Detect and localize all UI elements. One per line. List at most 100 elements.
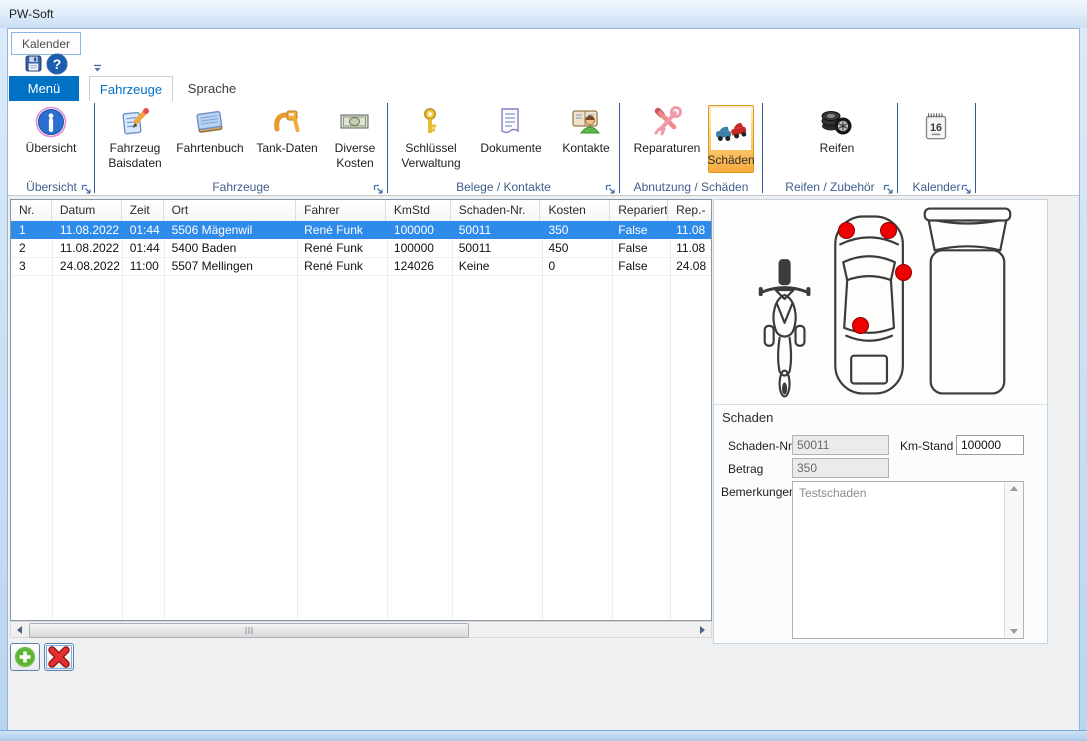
table-row[interactable]: 1 11.08.2022 01:44 5506 Mägenwil René Fu…	[11, 221, 711, 239]
help-icon: ?	[46, 53, 68, 75]
cell: False	[610, 257, 668, 275]
km-stand-input[interactable]	[956, 435, 1024, 455]
ribbon-button-label: Übersicht	[26, 142, 77, 155]
ribbon-button-reparaturen[interactable]: Reparaturen	[619, 104, 715, 155]
cell: 350	[540, 221, 610, 239]
group-separator	[387, 103, 388, 193]
cell: 124026	[386, 257, 451, 275]
ribbon-tab-fahrzeuge[interactable]: Fahrzeuge	[89, 76, 173, 101]
cell: 0	[540, 257, 610, 275]
group-label-abnutzung-schaeden: Abnutzung / Schäden	[621, 179, 761, 194]
group-separator	[94, 103, 95, 193]
vehicle-drawing[interactable]	[714, 200, 1047, 405]
damage-marker[interactable]	[895, 264, 912, 281]
ribbon-button-uebersicht[interactable]: Übersicht	[13, 104, 89, 155]
ribbon-button-schluessel-verwaltung[interactable]: Schlüssel Verwaltung	[393, 104, 469, 170]
cell: 100000	[386, 239, 451, 257]
schaden-nr-input[interactable]	[792, 435, 889, 455]
banknote-icon	[338, 104, 372, 140]
betrag-input[interactable]	[792, 458, 889, 478]
damage-marker[interactable]	[852, 317, 869, 334]
calendar-icon: 16	[919, 109, 953, 145]
group-label-fahrzeuge: Fahrzeuge	[96, 179, 386, 194]
ribbon-button-dokumente[interactable]: Dokumente	[471, 104, 551, 155]
window-title: PW-Soft	[9, 7, 53, 21]
damage-marker[interactable]	[838, 222, 855, 239]
ribbon-button-label: Kontakte	[562, 142, 609, 155]
column-header[interactable]: Fahrer	[296, 200, 386, 221]
group-separator	[975, 103, 976, 193]
kalender-top-tab-label: Kalender	[22, 37, 70, 51]
ribbon-button-label2: Baisdaten	[108, 157, 161, 170]
logbook-icon	[193, 104, 227, 140]
cell: 2	[11, 239, 52, 257]
scroll-right-arrow[interactable]	[694, 622, 711, 637]
ribbon-button-kontakte[interactable]: Kontakte	[553, 104, 619, 155]
group-label-uebersicht: Übersicht	[9, 179, 94, 194]
ribbon-button-label: Fahrtenbuch	[176, 142, 243, 155]
ribbon-tab-menu[interactable]: Menü	[9, 76, 79, 101]
add-record-button[interactable]	[10, 643, 40, 671]
cell: 11:00	[122, 257, 164, 275]
column-header[interactable]: Nr.	[11, 200, 52, 221]
column-header[interactable]: Rep.-	[668, 200, 711, 221]
ribbon-button-diverse-kosten[interactable]: Diverse Kosten	[326, 104, 384, 170]
delete-record-button[interactable]	[44, 643, 74, 671]
scroll-up-arrow[interactable]	[1010, 486, 1018, 491]
car-crash-icon	[711, 108, 751, 150]
scrollbar-thumb[interactable]	[29, 623, 469, 638]
ribbon-button-schaeden-selected[interactable]: Schäden	[708, 105, 754, 173]
bemerkungen-scrollbar[interactable]	[1004, 482, 1023, 638]
cell: 5506 Mägenwil	[164, 221, 297, 239]
column-header[interactable]: Schaden-Nr.	[451, 200, 541, 221]
svg-text:?: ?	[53, 56, 62, 72]
ribbon-button-label2: Kosten	[336, 157, 373, 170]
ribbon-tab-sprache[interactable]: Sprache	[180, 76, 244, 101]
ribbon-button-label: Schlüssel	[405, 142, 456, 155]
km-stand-label: Km-Stand	[900, 439, 953, 453]
cell: 11.08.2022	[52, 221, 122, 239]
damage-detail-panel: Schaden Schaden-Nr. Km-Stand Betrag Beme…	[713, 199, 1048, 644]
column-header[interactable]: Zeit	[122, 200, 164, 221]
table-row[interactable]: 3 24.08.2022 11:00 5507 Mellingen René F…	[11, 257, 711, 276]
table-row[interactable]: 2 11.08.2022 01:44 5400 Baden René Funk …	[11, 239, 711, 258]
bemerkungen-textarea[interactable]: Testschaden	[793, 482, 1005, 638]
damage-marker[interactable]	[880, 222, 897, 239]
group-separator	[897, 103, 898, 193]
cell: 5507 Mellingen	[164, 257, 297, 275]
cell: 01:44	[122, 221, 164, 239]
ribbon-button-fahrzeug-baisdaten[interactable]: Fahrzeug Baisdaten	[100, 104, 170, 170]
column-header[interactable]: Repariert	[610, 200, 668, 221]
ribbon: Übersicht Fahrzeug Baisdate	[8, 101, 1079, 196]
cell: 50011	[451, 221, 541, 239]
tools-icon	[650, 104, 684, 140]
info-icon	[34, 104, 68, 140]
kalender-top-tab[interactable]: Kalender	[11, 32, 81, 55]
ribbon-button-tank-daten[interactable]: Tank-Daten	[251, 104, 323, 155]
column-header[interactable]: Kosten	[540, 200, 610, 221]
fuel-nozzle-icon	[270, 104, 304, 140]
ribbon-button-kalender[interactable]: 16	[903, 109, 969, 145]
schaden-nr-label: Schaden-Nr.	[728, 439, 795, 453]
group-label-kalender: Kalender	[899, 179, 974, 194]
qat-dropdown-icon	[92, 64, 103, 73]
title-bar[interactable]: PW-Soft	[0, 0, 1087, 28]
ribbon-tab-menu-label: Menü	[28, 81, 61, 96]
ribbon-tab-fahrzeuge-label: Fahrzeuge	[100, 82, 162, 97]
table-horizontal-scrollbar[interactable]	[10, 621, 712, 638]
scroll-down-arrow[interactable]	[1010, 629, 1018, 634]
ribbon-button-reifen[interactable]: Reifen	[802, 104, 872, 155]
notepad-pencil-icon	[118, 104, 152, 140]
scroll-left-arrow[interactable]	[11, 622, 28, 637]
column-header[interactable]: Ort	[164, 200, 297, 221]
ribbon-button-fahrtenbuch[interactable]: Fahrtenbuch	[171, 104, 249, 155]
ribbon-button-label: Reparaturen	[634, 142, 701, 155]
column-header[interactable]: Datum	[52, 200, 122, 221]
save-button[interactable]	[25, 55, 42, 77]
window-bottom-border	[0, 730, 1087, 741]
thumb-grip	[246, 627, 253, 634]
cell: 11.08	[668, 221, 711, 239]
svg-text:16: 16	[930, 122, 942, 134]
cell: 01:44	[122, 239, 164, 257]
column-header[interactable]: KmStd	[386, 200, 451, 221]
